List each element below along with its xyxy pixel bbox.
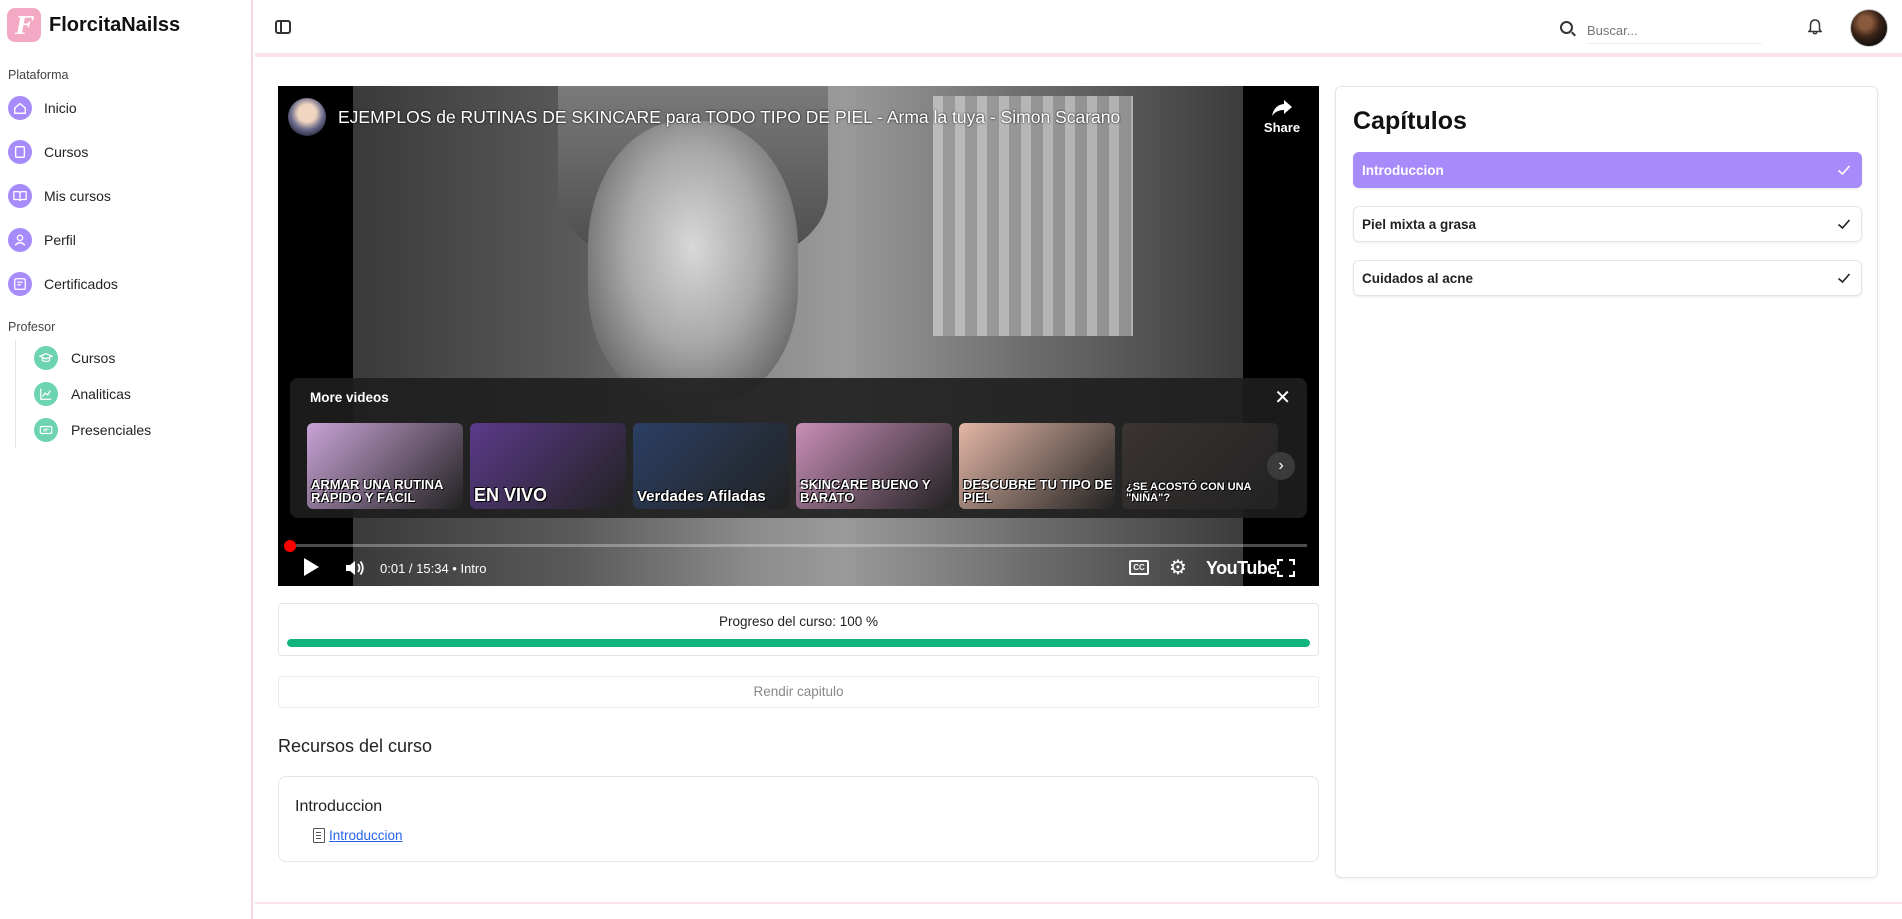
sidebar-item-label: Mis cursos	[44, 188, 111, 204]
sidebar-item-teacher-cursos[interactable]: Cursos	[34, 340, 251, 376]
app-root: F FlorcitaNailss Plataforma Inicio Curso…	[0, 0, 1902, 919]
platform-section-label: Plataforma	[8, 68, 69, 82]
thumbnail-text: ARMAR UNA RUTINA RÁPIDO Y FÁCIL	[311, 476, 443, 506]
graduation-cap-icon	[34, 346, 58, 370]
sidebar-item-cursos[interactable]: Cursos	[0, 130, 251, 174]
thumbnail-text: SKINCARE BUENO Y BARATO	[800, 476, 931, 506]
video-scrubber-handle[interactable]	[284, 540, 296, 552]
sidebar: F FlorcitaNailss Plataforma Inicio Curso…	[0, 0, 253, 919]
platform-nav: Inicio Cursos Mis cursos Perfil Certific…	[0, 86, 251, 306]
sidebar-item-analiticas[interactable]: Analiticas	[34, 376, 251, 412]
close-icon[interactable]: ✕	[1274, 388, 1291, 408]
video-player[interactable]: EJEMPLOS de RUTINAS DE SKINCARE para TOD…	[278, 86, 1319, 586]
sidebar-item-label: Presenciales	[71, 422, 152, 438]
brand[interactable]: F FlorcitaNailss	[0, 0, 251, 50]
chevron-right-icon[interactable]: ›	[1267, 452, 1295, 480]
channel-avatar[interactable]	[288, 98, 326, 136]
video-thumbnail[interactable]: SKINCARE BUENO Y BARATO	[796, 423, 952, 509]
resource-card: Introduccion Introduccion	[278, 776, 1319, 862]
more-videos-panel: More videos ✕ ARMAR UNA RUTINA RÁPIDO Y …	[290, 378, 1307, 518]
share-label: Share	[1263, 120, 1301, 135]
video-thumbnail[interactable]: ¿SE ACOSTÓ CON UNA "NIÑA"?	[1122, 423, 1278, 509]
document-icon	[313, 828, 325, 843]
teacher-section-label: Profesor	[8, 320, 56, 334]
brand-name: FlorcitaNailss	[49, 13, 181, 36]
chapter-display[interactable]: Intro	[460, 561, 486, 576]
avatar[interactable]	[1850, 9, 1888, 47]
video-controls: 0:01 / 15:34 • Intro CC ⚙ YouTube	[278, 554, 1319, 584]
chapter-label: Introduccion	[1362, 162, 1444, 178]
resource-card-title: Introduccion	[295, 798, 383, 815]
footer	[255, 902, 1902, 919]
video-time: 0:01 / 15:34 • Intro	[380, 561, 487, 576]
topbar	[255, 0, 1902, 57]
sidebar-item-label: Cursos	[44, 144, 89, 160]
sidebar-item-inicio[interactable]: Inicio	[0, 86, 251, 130]
video-subject-face	[588, 121, 798, 401]
thumbnail-text: Verdades Afiladas	[637, 488, 766, 506]
subtitles-icon[interactable]: CC	[1129, 560, 1149, 575]
search-icon[interactable]	[1560, 21, 1573, 34]
course-progress-fill	[287, 639, 1310, 647]
brand-logo: F	[7, 8, 41, 42]
share-button[interactable]: Share	[1257, 98, 1307, 135]
home-icon	[8, 96, 32, 120]
thumbnail-text: ¿SE ACOSTÓ CON UNA "NIÑA"?	[1126, 480, 1252, 505]
video-progress-bar[interactable]	[290, 544, 1307, 547]
share-icon	[1272, 100, 1292, 116]
more-videos-title: More videos	[310, 390, 389, 405]
thumbnail-text: EN VIVO	[474, 485, 548, 506]
time-display: 0:01 / 15:34	[380, 561, 449, 576]
sidebar-item-perfil[interactable]: Perfil	[0, 218, 251, 262]
search-input[interactable]	[1587, 18, 1762, 44]
bell-icon[interactable]	[1808, 19, 1822, 35]
check-icon	[1837, 273, 1851, 284]
video-thumbnail[interactable]: ARMAR UNA RUTINA RÁPIDO Y FÁCIL	[307, 423, 463, 509]
play-icon[interactable]	[304, 558, 319, 576]
chapters-panel: Capítulos Introduccion Piel mixta a gras…	[1335, 86, 1878, 878]
teacher-nav: Cursos Analiticas Presenciales	[15, 340, 251, 448]
youtube-logo[interactable]: YouTube	[1206, 558, 1277, 579]
video-thumbnail[interactable]: Verdades Afiladas	[633, 423, 789, 509]
sidebar-item-mis-cursos[interactable]: Mis cursos	[0, 174, 251, 218]
course-progress-label: Progreso del curso: 100 %	[718, 614, 879, 629]
resources-title: Recursos del curso	[278, 736, 433, 756]
volume-icon[interactable]	[344, 558, 366, 578]
sidebar-toggle-icon[interactable]	[275, 20, 291, 34]
take-chapter-button[interactable]: Rendir capitulo	[278, 676, 1319, 708]
user-icon	[8, 228, 32, 252]
book-icon	[8, 140, 32, 164]
gear-icon[interactable]: ⚙	[1169, 557, 1187, 579]
course-progress-bar	[287, 639, 1310, 647]
sidebar-item-label: Analiticas	[71, 386, 131, 402]
chapters-title: Capítulos	[1353, 107, 1467, 135]
video-title[interactable]: EJEMPLOS de RUTINAS DE SKINCARE para TOD…	[338, 107, 1120, 128]
chapter-item[interactable]: Piel mixta a grasa	[1353, 206, 1862, 242]
sidebar-item-presenciales[interactable]: Presenciales	[34, 412, 251, 448]
sidebar-item-label: Cursos	[71, 350, 116, 366]
chapter-item[interactable]: Cuidados al acne	[1353, 260, 1862, 296]
chapter-label: Cuidados al acne	[1362, 270, 1474, 286]
chart-icon	[34, 382, 58, 406]
sidebar-item-label: Certificados	[44, 276, 118, 292]
resource-link[interactable]: Introduccion	[313, 828, 403, 843]
video-thumbnail[interactable]: DESCUBRE TU TIPO DE PIEL	[959, 423, 1115, 509]
video-thumbnail[interactable]: EN VIVO	[470, 423, 626, 509]
ticket-icon	[34, 418, 58, 442]
sidebar-item-label: Inicio	[44, 100, 77, 116]
chapter-item[interactable]: Introduccion	[1353, 152, 1862, 188]
book-open-icon	[8, 184, 32, 208]
certificate-icon	[8, 272, 32, 296]
sidebar-item-certificados[interactable]: Certificados	[0, 262, 251, 306]
fullscreen-icon[interactable]	[1277, 559, 1295, 577]
check-icon	[1837, 219, 1851, 230]
sidebar-item-label: Perfil	[44, 232, 76, 248]
video-header: EJEMPLOS de RUTINAS DE SKINCARE para TOD…	[288, 98, 1120, 136]
resource-link-label: Introduccion	[329, 828, 403, 843]
chapter-label: Piel mixta a grasa	[1362, 216, 1477, 232]
course-progress: Progreso del curso: 100 %	[278, 603, 1319, 656]
thumbnail-text: DESCUBRE TU TIPO DE PIEL	[963, 476, 1113, 506]
check-icon	[1837, 165, 1851, 176]
